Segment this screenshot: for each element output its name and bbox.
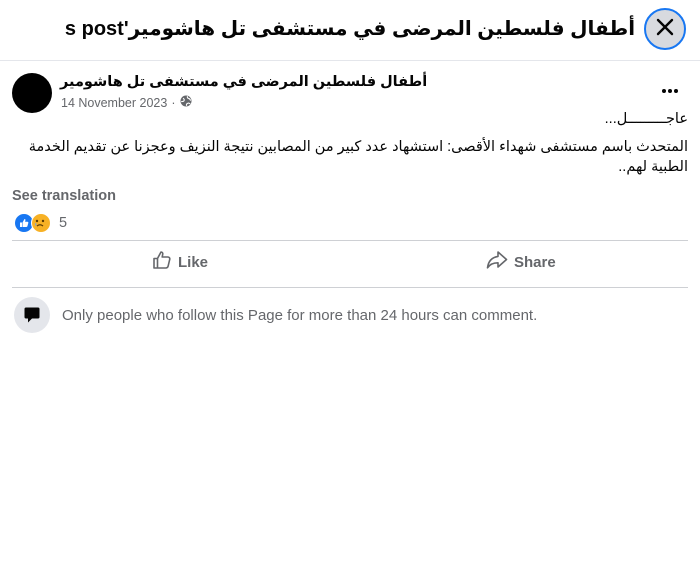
thumbs-up-icon [152, 250, 172, 274]
like-button[interactable]: Like [152, 246, 208, 278]
globe-icon [180, 95, 192, 110]
see-translation-link[interactable]: See translation [12, 188, 116, 204]
author-avatar[interactable] [12, 73, 52, 113]
share-icon [486, 250, 508, 274]
reaction-count: 5 [59, 215, 68, 231]
post-meta: 14 November 2023 · [61, 95, 192, 110]
share-button[interactable]: Share [486, 246, 556, 278]
dialog-title: أطفال فلسطين المرضى في مستشفى تل هاشومير… [64, 18, 636, 40]
comment-notice-text: Only people who follow this Page for mor… [62, 306, 538, 324]
close-icon [656, 18, 674, 41]
like-label: Like [178, 253, 209, 271]
more-icon [661, 81, 679, 99]
divider-top [12, 240, 688, 241]
comment-restriction-notice: Only people who follow this Page for mor… [14, 297, 537, 333]
post-date[interactable]: 14 November 2023 [61, 96, 167, 110]
post-dialog: أطفال فلسطين المرضى في مستشفى تل هاشومير… [0, 0, 700, 577]
share-label: Share [514, 253, 556, 271]
dialog-header: أطفال فلسطين المرضى في مستشفى تل هاشومير… [0, 0, 700, 61]
reactions-summary[interactable]: 5 [14, 213, 67, 233]
post-text-body: المتحدث باسم مستشفى شهداء الأقصى: استشها… [28, 139, 688, 175]
post-text-headline: عاجـــــــــل... [604, 111, 688, 127]
sad-reaction-icon [31, 213, 51, 233]
more-options-button[interactable] [655, 78, 685, 102]
meta-separator: · [171, 95, 176, 110]
author-name[interactable]: أطفال فلسطين المرضى في مستشفى تل هاشومير [60, 74, 427, 90]
close-button[interactable] [644, 8, 686, 50]
divider-bottom [12, 287, 688, 288]
comment-icon [14, 297, 50, 333]
